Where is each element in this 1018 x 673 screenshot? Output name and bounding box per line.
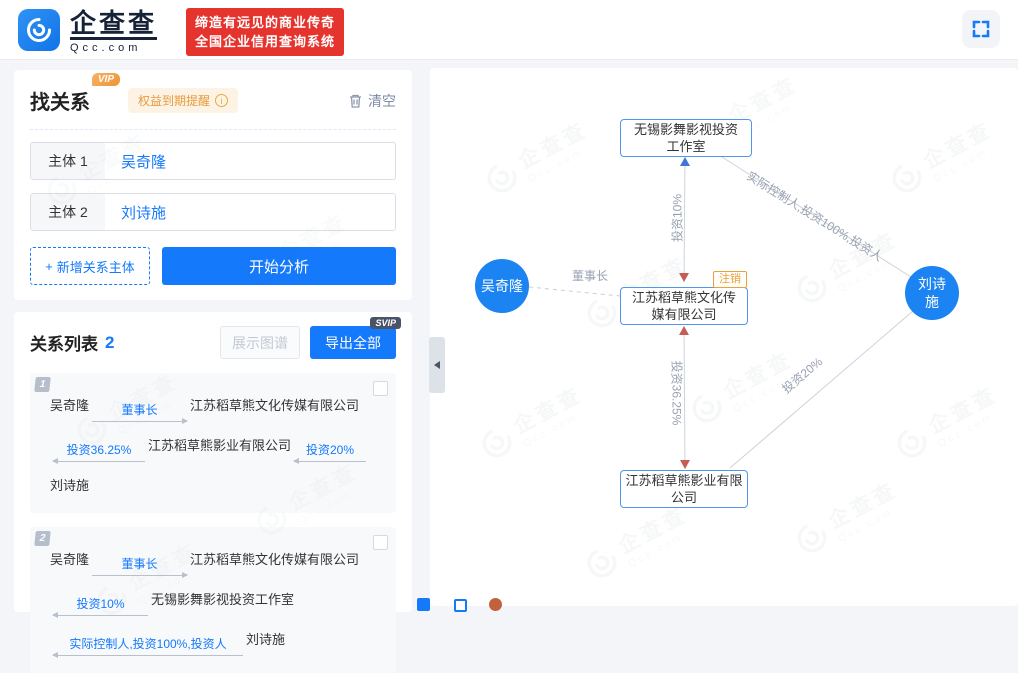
relation-arrow-right: 董事长 xyxy=(92,404,187,429)
clear-button[interactable]: 清空 xyxy=(348,91,396,111)
rights-expiry-notice[interactable]: 权益到期提醒 i xyxy=(128,88,238,113)
item-checkbox[interactable] xyxy=(373,535,388,550)
brand-lockup[interactable]: 企查查 Qcc.com xyxy=(70,10,157,54)
relation-arrow-left: 实际控制人,投资100%,投资人 xyxy=(53,638,243,663)
item-index-badge: 1 xyxy=(34,377,51,392)
show-graph-button[interactable]: 展示图谱 xyxy=(220,326,300,359)
path-node: 吴奇隆 xyxy=(50,552,89,567)
relation-graph-canvas[interactable]: 无锡影舞影视投资 工作室 江苏稻草熊文化传 媒有限公司 注销 江苏稻草熊影业有限… xyxy=(430,68,1018,606)
relation-arrow-left: 投资36.25% xyxy=(53,444,145,469)
edge-label-invest3625: 投资36.25% xyxy=(669,361,686,426)
path-node: 刘诗施 xyxy=(246,632,285,647)
item-index-badge: 2 xyxy=(34,531,51,546)
find-relations-card: 找关系 VIP 权益到期提醒 i 清空 主体 1 吴奇隆 主体 2 刘诗施 + … xyxy=(14,70,412,300)
list-title: 关系列表 xyxy=(30,330,98,355)
relation-path-item[interactable]: 2 吴奇隆董事长江苏稻草熊文化传媒有限公司投资10%无锡影舞影视投资工作室实际控… xyxy=(30,527,396,673)
status-badge-cancelled: 注销 xyxy=(713,271,747,288)
path-node: 江苏稻草熊影业有限公司 xyxy=(148,438,291,453)
path-node: 江苏稻草熊文化传媒有限公司 xyxy=(190,552,359,567)
path-node: 无锡影舞影视投资工作室 xyxy=(151,592,294,607)
graph-node-company-mid[interactable]: 江苏稻草熊文化传 媒有限公司 xyxy=(620,287,748,325)
item-checkbox[interactable] xyxy=(373,381,388,396)
trash-icon xyxy=(348,93,363,109)
subject-1-input[interactable]: 主体 1 吴奇隆 xyxy=(30,142,396,180)
info-icon[interactable]: i xyxy=(215,94,228,107)
subject-2-label: 主体 2 xyxy=(31,194,105,230)
subject-1-label: 主体 1 xyxy=(31,143,105,179)
path-node: 刘诗施 xyxy=(50,478,89,493)
add-subject-button[interactable]: + 新增关系主体 xyxy=(30,247,150,285)
graph-node-person-left[interactable]: 吴奇隆 xyxy=(475,259,529,313)
app-header: 企查查 Qcc.com 缔造有远见的商业传奇 全国企业信用查询系统 xyxy=(0,0,1018,60)
legend-company-icon[interactable] xyxy=(417,598,430,611)
slogan-line-2: 全国企业信用查询系统 xyxy=(195,32,335,51)
vip-badge: VIP xyxy=(92,73,120,86)
collapse-panel-handle[interactable] xyxy=(429,337,445,393)
fullscreen-button[interactable] xyxy=(962,10,1000,48)
path-node: 吴奇隆 xyxy=(50,398,89,413)
list-count: 2 xyxy=(105,333,114,353)
brand-domain: Qcc.com xyxy=(70,42,157,54)
divider xyxy=(30,129,396,130)
subject-1-value[interactable]: 吴奇隆 xyxy=(105,151,166,172)
relation-list-card: 关系列表 2 展示图谱 导出全部 SVIP 1 吴奇隆董事长江苏稻草熊文化传媒有… xyxy=(14,312,412,612)
path-node: 江苏稻草熊文化传媒有限公司 xyxy=(190,398,359,413)
legend-person-icon[interactable] xyxy=(489,598,502,611)
edge-label-chairman: 董事长 xyxy=(572,267,608,284)
slogan-banner: 缔造有远见的商业传奇 全国企业信用查询系统 xyxy=(186,8,344,56)
export-all-button[interactable]: 导出全部 SVIP xyxy=(310,326,396,359)
graph-node-company-top[interactable]: 无锡影舞影视投资 工作室 xyxy=(620,119,752,157)
graph-node-company-bottom[interactable]: 江苏稻草熊影业有限 公司 xyxy=(620,470,748,508)
plus-icon: + xyxy=(45,259,53,274)
subject-2-input[interactable]: 主体 2 刘诗施 xyxy=(30,193,396,231)
relation-arrow-left: 投资20% xyxy=(294,444,366,469)
edge-label-invest10: 投资10% xyxy=(669,194,686,242)
svip-badge: SVIP xyxy=(370,317,401,329)
page-title: 找关系 VIP xyxy=(30,86,90,115)
qcc-logo-icon[interactable] xyxy=(18,9,60,51)
relation-arrow-left: 投资10% xyxy=(53,598,148,623)
subject-2-value[interactable]: 刘诗施 xyxy=(105,202,166,223)
slogan-line-1: 缔造有远见的商业传奇 xyxy=(195,13,335,32)
relation-path-item[interactable]: 1 吴奇隆董事长江苏稻草熊文化传媒有限公司投资36.25%江苏稻草熊影业有限公司… xyxy=(30,373,396,513)
fullscreen-icon xyxy=(971,19,991,39)
relation-arrow-right: 董事长 xyxy=(92,558,187,583)
brand-name: 企查查 xyxy=(70,10,157,40)
analyze-button[interactable]: 开始分析 xyxy=(162,247,396,285)
graph-node-person-right[interactable]: 刘诗 施 xyxy=(905,266,959,320)
